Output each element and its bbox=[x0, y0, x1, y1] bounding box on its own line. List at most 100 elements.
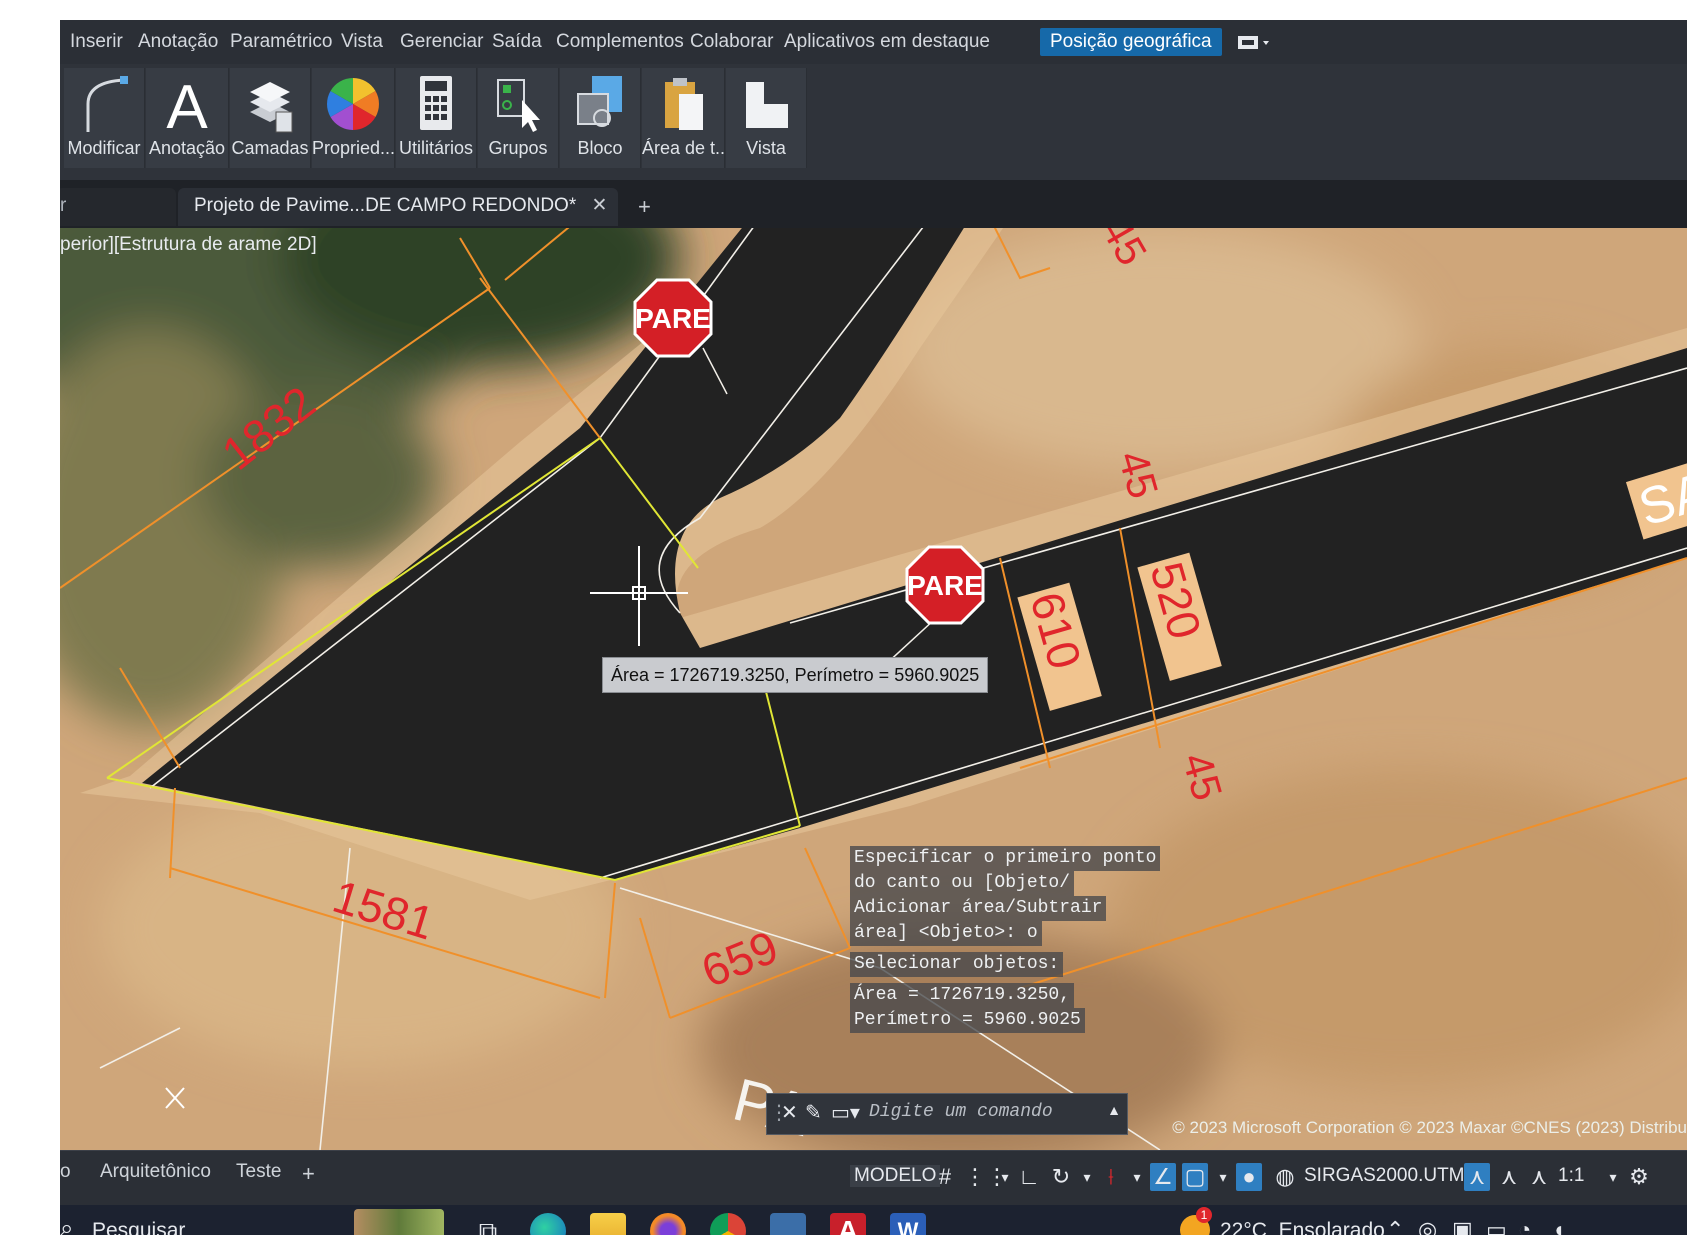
layout-tab-teste[interactable]: Teste bbox=[236, 1161, 281, 1183]
bloco-button[interactable]: Bloco bbox=[560, 68, 641, 168]
svg-text:PARE: PARE bbox=[907, 570, 983, 601]
file-explorer-icon[interactable] bbox=[590, 1213, 626, 1235]
viewport-label[interactable]: perior][Estrutura de arame 2D] bbox=[60, 234, 317, 256]
snap-dropdown-icon[interactable]: ▾ bbox=[992, 1163, 1018, 1191]
ribbon-panel: Modificar A Anotação Camadas Propried...… bbox=[60, 64, 1687, 180]
document-tab-bar: r Projeto de Pavime...DE CAMPO REDONDO* … bbox=[60, 180, 1687, 228]
windows-taskbar: ⌕ Pesquisar ⧉ A W 1 22°C Ensolarado ⌃ ◎ … bbox=[60, 1205, 1687, 1235]
workspace-dropdown-icon[interactable] bbox=[1238, 34, 1272, 52]
command-history-line: Adicionar área/Subtrair bbox=[850, 896, 1107, 921]
annotation-visibility-icon[interactable]: ⋏ bbox=[1464, 1163, 1490, 1191]
polar-dropdown-icon[interactable]: ▾ bbox=[1074, 1163, 1100, 1191]
meet-now-icon[interactable]: ◎ bbox=[1418, 1217, 1437, 1235]
scale-dropdown-icon[interactable]: ▾ bbox=[1600, 1163, 1626, 1191]
modificar-button[interactable]: Modificar bbox=[64, 68, 145, 168]
utilitarios-button[interactable]: Utilitários bbox=[396, 68, 477, 168]
grupos-button[interactable]: Grupos bbox=[478, 68, 559, 168]
calculator-app-icon[interactable] bbox=[770, 1213, 806, 1235]
object-snap-tracking-icon[interactable]: ∠ bbox=[1150, 1163, 1176, 1191]
close-tab-icon[interactable]: ✕ bbox=[592, 195, 608, 216]
chrome-icon[interactable] bbox=[710, 1213, 746, 1235]
snap-icon[interactable]: ⋮⋮ bbox=[964, 1163, 1008, 1191]
command-history-line: Perímetro = 5960.9025 bbox=[850, 1008, 1085, 1033]
tab-posicao-geografica[interactable]: Posição geográfica bbox=[1040, 28, 1222, 56]
tab-parametrico[interactable]: Paramétrico bbox=[230, 28, 332, 56]
search-icon: ⌕ bbox=[60, 1215, 74, 1235]
annotation-scale-icon[interactable]: ⋏ bbox=[1526, 1163, 1552, 1191]
tab-gerenciar[interactable]: Gerenciar bbox=[400, 28, 483, 56]
search-highlight-image bbox=[354, 1209, 444, 1235]
annotation-scale-value[interactable]: 1:1 bbox=[1558, 1165, 1584, 1187]
battery-icon[interactable]: ▭ bbox=[1486, 1217, 1507, 1235]
expand-history-icon[interactable]: ▲ bbox=[1107, 1102, 1121, 1118]
tab-colaborar[interactable]: Colaborar bbox=[690, 28, 773, 56]
group-select-icon bbox=[497, 79, 540, 132]
weather-badge: 1 bbox=[1196, 1207, 1212, 1223]
propriedades-button[interactable]: Propried... bbox=[312, 68, 395, 168]
object-snap-icon[interactable]: ▢ bbox=[1182, 1163, 1208, 1191]
text-a-icon: A bbox=[166, 74, 208, 134]
color-wheel-icon bbox=[327, 78, 379, 130]
command-history-line: Especificar o primeiro ponto bbox=[850, 846, 1161, 871]
object-snap-dropdown-icon[interactable]: ▾ bbox=[1210, 1163, 1236, 1191]
tab-vista[interactable]: Vista bbox=[341, 28, 383, 56]
polar-icon[interactable]: ↻ bbox=[1048, 1163, 1074, 1191]
firefox-icon[interactable] bbox=[650, 1213, 686, 1235]
ribbon-tab-bar: Inserir Anotação Paramétrico Vista Geren… bbox=[60, 20, 1687, 65]
command-history-line: do canto ou [Objeto/ bbox=[850, 871, 1075, 896]
camadas-button[interactable]: Camadas bbox=[230, 68, 311, 168]
command-input[interactable]: Digite um comando bbox=[869, 1102, 1053, 1122]
svg-text:PARE: PARE bbox=[635, 303, 711, 334]
command-history-line: Selecionar objetos: bbox=[850, 952, 1064, 977]
tab-complementos[interactable]: Complementos bbox=[556, 28, 684, 56]
view-icon bbox=[746, 82, 788, 128]
edge-icon[interactable] bbox=[530, 1213, 566, 1235]
isodraft-dropdown-icon[interactable]: ▾ bbox=[1124, 1163, 1150, 1191]
new-tab-button[interactable]: + bbox=[638, 194, 651, 220]
clipboard-icon bbox=[665, 78, 703, 130]
ortho-icon[interactable]: ∟ bbox=[1016, 1163, 1042, 1191]
command-history: Especificar o primeiro ponto do canto ou… bbox=[850, 846, 1161, 1033]
isodraft-icon[interactable]: ⟊ bbox=[1098, 1163, 1124, 1191]
tab-anotacao[interactable]: Anotação bbox=[138, 28, 218, 56]
add-layout-button[interactable]: + bbox=[302, 1161, 315, 1187]
tab-inserir[interactable]: Inserir bbox=[70, 28, 123, 56]
recent-commands-icon[interactable]: ▭▾ bbox=[831, 1100, 860, 1125]
word-icon[interactable]: W bbox=[890, 1213, 926, 1235]
volume-icon[interactable]: ◖ bbox=[1552, 1217, 1565, 1235]
command-line-box[interactable]: ⋮ ✕ ✎ ▭▾ Digite um comando ▲ bbox=[766, 1093, 1128, 1135]
status-bar: o Arquitetônico Teste + MODELO # ⋮⋮ ▾ ∟ … bbox=[60, 1150, 1687, 1206]
layout-tab-current[interactable]: o bbox=[60, 1161, 71, 1183]
anotacao-button[interactable]: A Anotação bbox=[146, 68, 229, 168]
screen-capture-icon[interactable]: ▣ bbox=[1452, 1217, 1473, 1235]
layout-tab-arquitetonico[interactable]: Arquitetônico bbox=[100, 1161, 211, 1183]
area-tooltip: Área = 1726719.3250, Perímetro = 5960.90… bbox=[602, 657, 989, 693]
taskbar-search[interactable]: Pesquisar bbox=[92, 1219, 185, 1235]
weather-text[interactable]: 22°C Ensolarado bbox=[1220, 1219, 1385, 1235]
model-space-button[interactable]: MODELO bbox=[850, 1165, 941, 1187]
globe-icon: ◍ bbox=[1275, 1164, 1295, 1189]
tab-aplicativos-em-destaque[interactable]: Aplicativos em destaque bbox=[784, 28, 990, 56]
document-tab-previous[interactable]: r bbox=[60, 188, 176, 226]
network-icon[interactable]: ◔ bbox=[1518, 1217, 1531, 1235]
map-copyright: © 2023 Microsoft Corporation © 2023 Maxa… bbox=[1172, 1118, 1687, 1137]
customize-wrench-icon[interactable]: ✎ bbox=[805, 1100, 822, 1125]
tray-chevron-icon[interactable]: ⌃ bbox=[1386, 1217, 1404, 1235]
gear-icon[interactable]: ⚙ bbox=[1626, 1163, 1652, 1191]
task-view-icon[interactable]: ⧉ bbox=[470, 1213, 506, 1235]
coordinate-system-label[interactable]: SIRGAS2000.UTM-... bbox=[1304, 1165, 1487, 1187]
auto-scale-icon[interactable]: ⋏ bbox=[1496, 1163, 1522, 1191]
vista-button[interactable]: Vista bbox=[726, 68, 807, 168]
autocad-window: Inserir Anotação Paramétrico Vista Geren… bbox=[60, 20, 1687, 1235]
drawing-canvas[interactable]: 1832 1581 659 610 520 45 45 45 SAID PARE… bbox=[60, 228, 1687, 1150]
area-de-transferencia-button[interactable]: Área de t... bbox=[642, 68, 730, 168]
calculator-icon bbox=[420, 76, 452, 130]
close-command-icon[interactable]: ✕ bbox=[781, 1100, 798, 1125]
grid-icon[interactable]: # bbox=[932, 1163, 958, 1191]
geolocation-icon[interactable]: ● bbox=[1236, 1163, 1262, 1191]
document-tab-active[interactable]: Projeto de Pavime...DE CAMPO REDONDO* ✕ bbox=[178, 188, 618, 226]
tab-saida[interactable]: Saída bbox=[492, 28, 542, 56]
layers-icon bbox=[250, 82, 293, 133]
autocad-icon[interactable]: A bbox=[830, 1213, 866, 1235]
svg-text:A: A bbox=[166, 74, 208, 134]
